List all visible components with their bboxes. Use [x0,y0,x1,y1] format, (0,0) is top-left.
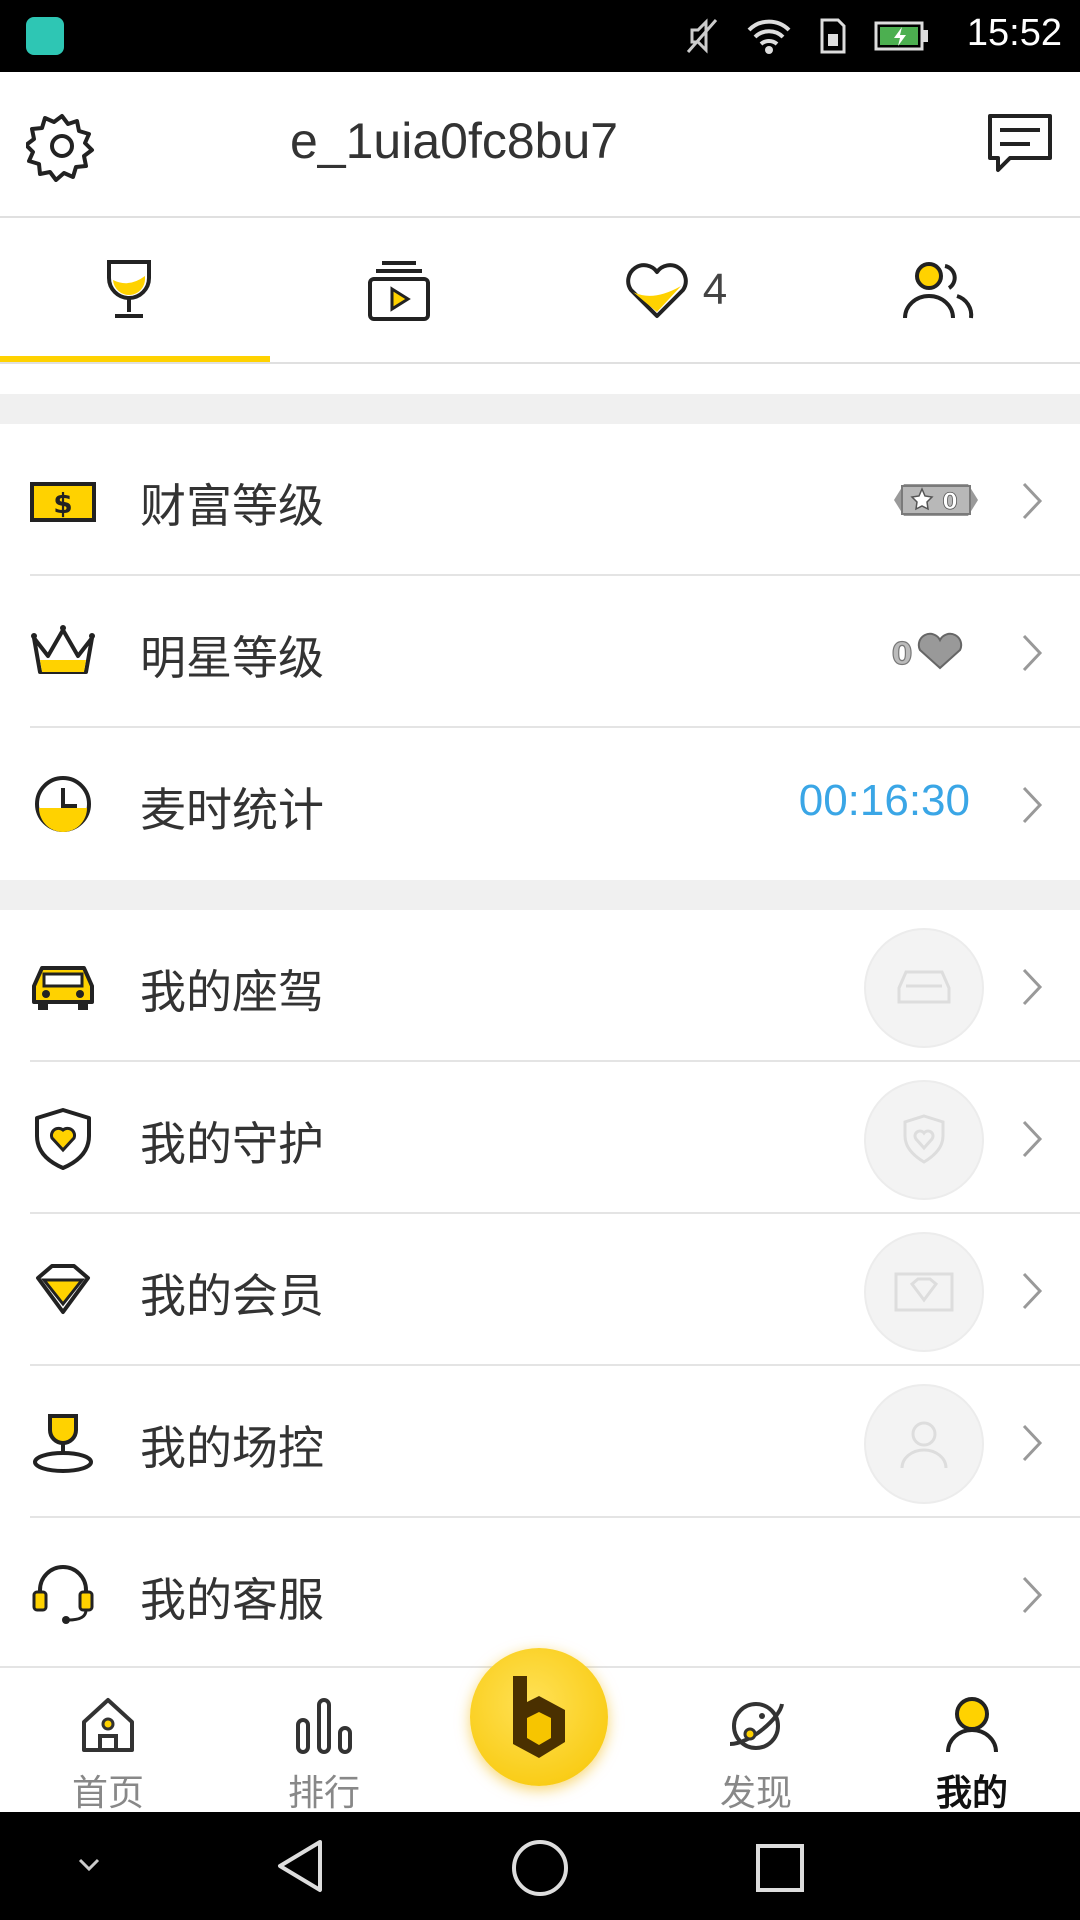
b-logo-icon [513,1676,565,1758]
list-item-my-vip[interactable]: 我的会员 [0,1214,1080,1366]
tab-likes[interactable]: 4 [540,218,810,362]
shield-outline-icon [903,1114,945,1164]
svg-text:$: $ [53,487,72,520]
control-placeholder [864,1384,984,1504]
user-outline-icon [900,1421,948,1469]
chevron-right-icon [1022,1576,1043,1614]
tab-fans[interactable] [810,218,1080,362]
money-icon: $ [30,482,96,522]
wealth-level-badge: 0 [890,480,982,520]
chevron-right-icon [1022,968,1043,1006]
crown-icon [31,625,95,674]
nav-me[interactable]: 我的 [864,1668,1080,1814]
diamond-outline-icon [894,1272,954,1312]
mic-time-value: 00:16:30 [798,776,970,825]
car-outline-icon [897,970,951,1004]
car-icon [32,966,94,1010]
gear-icon[interactable] [26,110,98,182]
profile-tabs: 4 [0,218,1080,364]
username: e_1uia0fc8bu7 [290,113,619,169]
list-item-star-level[interactable]: 明星等级 0 [0,576,1080,728]
list-item-label: 麦时统计 [140,783,324,837]
nav-discover[interactable]: 发现 [648,1668,864,1814]
list-item-label: 明星等级 [140,631,324,685]
list-item-wealth-level[interactable]: $ 财富等级 0 [0,424,1080,576]
shield-heart-icon [35,1108,91,1170]
home-icon [82,1698,134,1752]
section-divider [0,394,1080,424]
clock-icon [35,776,91,832]
status-time: 15:52 [966,12,1062,54]
tab-trophy[interactable] [0,218,270,362]
list-item-mic-time[interactable]: 麦时统计 00:16:30 [0,728,1080,880]
chevron-down-icon[interactable] [74,1852,104,1876]
list-item-my-car[interactable]: 我的座驾 [0,910,1080,1062]
star-level-badge: 0 [888,632,968,673]
chevron-right-icon [1022,1120,1043,1158]
wealth-level-value: 0 [942,490,957,515]
headset-icon [32,1565,94,1624]
wifi-icon [747,19,791,54]
center-live-button[interactable] [470,1648,608,1786]
android-icon [26,17,64,55]
list-item-label: 我的客服 [140,1573,324,1627]
system-nav-bar [0,1812,1080,1920]
admin-user-icon [33,1414,93,1473]
ranking-icon [296,1698,352,1754]
guard-placeholder [864,1080,984,1200]
chevron-right-icon [1022,634,1043,672]
video-stack-icon [368,261,430,321]
section-divider [0,880,1080,910]
likes-count: 4 [702,265,728,314]
sim-icon [820,18,846,54]
battery-charging-icon [874,21,928,51]
car-placeholder [864,928,984,1048]
heart-icon [625,263,688,318]
recents-icon[interactable] [752,1840,808,1896]
nav-ranking[interactable]: 排行 [216,1668,432,1814]
list-item-label: 我的场控 [140,1421,324,1475]
chevron-right-icon [1022,482,1043,520]
me-icon [946,1697,998,1753]
chevron-right-icon [1022,1424,1043,1462]
mute-icon [686,18,718,54]
star-level-value: 0 [892,637,913,672]
chevron-right-icon [1022,1272,1043,1310]
users-icon [903,262,974,319]
message-icon[interactable] [984,108,1056,180]
chevron-right-icon [1022,786,1043,824]
list-item-label: 我的会员 [140,1269,324,1323]
list-item-label: 我的座驾 [140,965,324,1019]
nav-home[interactable]: 首页 [0,1668,216,1814]
profile-header: e_1uia0fc8bu7 [0,72,1080,218]
tab-videos[interactable] [270,218,540,362]
list-item-my-control[interactable]: 我的场控 [0,1366,1080,1518]
status-bar: 15:52 [0,0,1080,72]
diamond-icon [36,1264,90,1314]
list-item-my-guard[interactable]: 我的守护 [0,1062,1080,1214]
planet-icon [729,1702,784,1750]
list-item-label: 财富等级 [140,479,324,533]
trophy-icon [107,260,151,318]
list-item-label: 我的守护 [140,1117,324,1171]
back-icon[interactable] [272,1836,328,1896]
vip-placeholder [864,1232,984,1352]
home-button-icon[interactable] [508,1836,572,1900]
